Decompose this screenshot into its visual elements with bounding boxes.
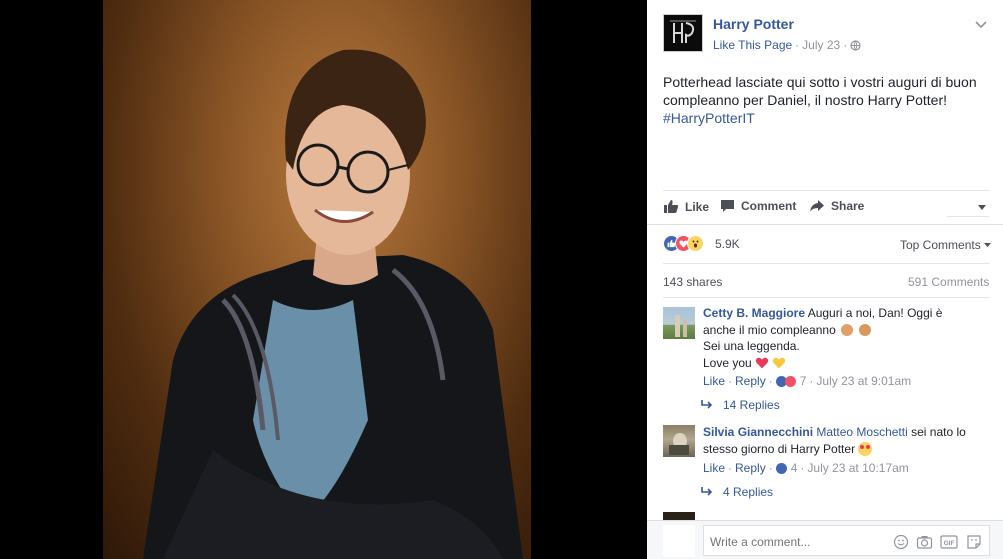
post-panel: Harry Potter Like This Page · July 23 · …: [647, 0, 1003, 559]
reply-arrow-icon: [701, 400, 713, 409]
like-button[interactable]: Like: [663, 199, 709, 214]
top-comments-dropdown[interactable]: Top Comments: [900, 238, 991, 252]
reaction-count: 4: [790, 461, 798, 475]
photo-viewer: [0, 0, 647, 559]
comment-input-box[interactable]: GIF: [703, 525, 990, 556]
avatar[interactable]: [663, 307, 695, 339]
caret-down-icon: [978, 205, 986, 210]
divider: [647, 224, 1003, 225]
replies-label: 4 Replies: [723, 485, 774, 499]
divider: [663, 263, 990, 264]
replies-label: 14 Replies: [723, 398, 780, 412]
comment-reply-link[interactable]: Reply: [735, 461, 766, 475]
person-emoji-icon: [841, 323, 854, 336]
reaction-icons[interactable]: [663, 235, 704, 252]
comment-text: Auguri a noi, Dan! Oggi è: [807, 306, 943, 320]
comment-reply-link[interactable]: Reply: [735, 374, 766, 388]
comment-reactions[interactable]: 7: [775, 374, 807, 388]
comment-text: Love you: [703, 355, 752, 370]
meta-separator: ·: [728, 461, 733, 475]
svg-text:GIF: GIF: [944, 540, 955, 547]
meta-separator: ·: [768, 461, 773, 475]
page-avatar[interactable]: [663, 14, 703, 52]
portrait-illustration: [143, 49, 523, 559]
share-icon: [810, 200, 824, 212]
like-reaction-icon: [775, 462, 787, 474]
yellow-heart-icon: [773, 357, 786, 368]
post-date[interactable]: July 23: [802, 38, 840, 52]
comment-text: stesso giorno di Harry Potter: [703, 441, 856, 456]
comment-author[interactable]: Silvia Giannecchini: [703, 425, 813, 439]
like-label: Like: [685, 199, 710, 214]
camera-icon[interactable]: [916, 534, 933, 550]
meta-separator: ·: [728, 374, 733, 388]
divider: [663, 190, 990, 191]
composer-avatar: [663, 525, 695, 557]
reaction-count: 7: [799, 374, 807, 388]
wow-reaction-icon: [687, 235, 704, 252]
mention-link[interactable]: Matteo Moschetti: [816, 425, 907, 439]
comments-count[interactable]: 591 Comments: [908, 275, 989, 289]
thumbs-up-icon: [664, 200, 679, 213]
reply-arrow-icon: [701, 487, 713, 496]
comment-body-cut: [703, 512, 973, 520]
red-heart-icon: [755, 357, 769, 368]
comment-date[interactable]: July 23 at 9:01am: [816, 374, 911, 388]
globe-icon: [850, 39, 861, 51]
meta-separator: ·: [809, 374, 814, 388]
post-photo[interactable]: [103, 0, 531, 559]
post-text: Potterhead lasciate qui sotto i vostri a…: [663, 73, 993, 127]
post-text-line: compleanno per Daniel, il nostro Harry P…: [663, 92, 948, 108]
meta-separator: ·: [800, 461, 805, 475]
sticker-icon[interactable]: [966, 534, 982, 550]
meta-separator: ·: [768, 374, 773, 388]
comment-input[interactable]: [708, 532, 882, 552]
comment-like-link[interactable]: Like: [703, 461, 725, 475]
comment-author[interactable]: Cetty B. Maggiore: [703, 306, 805, 320]
reaction-count[interactable]: 5.9K: [715, 237, 740, 251]
post-meta: Like This Page · July 23 ·: [713, 38, 861, 52]
comment-body: Silvia Giannecchini Matteo Moschetti sei…: [703, 424, 973, 457]
top-comments-label: Top Comments: [900, 238, 981, 252]
shares-count[interactable]: 143 shares: [663, 275, 722, 289]
comment-date[interactable]: July 23 at 10:17am: [807, 461, 908, 475]
comment-body: Cetty B. Maggiore Auguri a noi, Dan! Ogg…: [703, 305, 973, 371]
share-button[interactable]: Share: [809, 199, 864, 213]
person-emoji-icon: [859, 323, 872, 336]
avatar[interactable]: [663, 425, 695, 457]
share-label: Share: [831, 199, 865, 213]
comment-label: Comment: [741, 199, 797, 213]
hashtag-link[interactable]: #HarryPotterIT: [663, 109, 993, 127]
emoji-icon[interactable]: [893, 534, 909, 550]
page-name[interactable]: Harry Potter: [713, 16, 794, 32]
comment-text: sei nato lo: [911, 425, 966, 439]
audience-dropdown[interactable]: [947, 200, 989, 217]
caret-down-icon: [983, 242, 991, 247]
comment-button[interactable]: Comment: [720, 199, 796, 213]
post-text-line: Potterhead lasciate qui sotto i vostri a…: [663, 74, 977, 90]
divider: [663, 297, 990, 298]
heart-eyes-emoji-icon: [858, 441, 873, 456]
love-reaction-icon: [784, 375, 796, 387]
view-replies-link[interactable]: 14 Replies: [701, 398, 780, 412]
comment-meta: Like · Reply · 4 · July 23 at 10:17am: [703, 461, 909, 475]
view-replies-link[interactable]: 4 Replies: [701, 485, 773, 499]
harry-potter-logo: [670, 20, 696, 43]
gif-icon[interactable]: GIF: [940, 534, 958, 550]
like-page-link[interactable]: Like This Page: [713, 38, 792, 52]
comment-reactions[interactable]: 4: [775, 461, 798, 475]
meta-separator: ·: [843, 38, 848, 52]
comment-like-link[interactable]: Like: [703, 374, 725, 388]
meta-separator: ·: [795, 38, 800, 52]
comment-text: anche il mio compleanno: [703, 322, 836, 337]
chevron-down-icon[interactable]: [975, 16, 987, 34]
comment-meta: Like · Reply · 7 · July 23 at 9:01am: [703, 374, 911, 388]
comment-icon: [721, 200, 734, 212]
comment-text: Sei una leggenda.: [703, 339, 800, 353]
